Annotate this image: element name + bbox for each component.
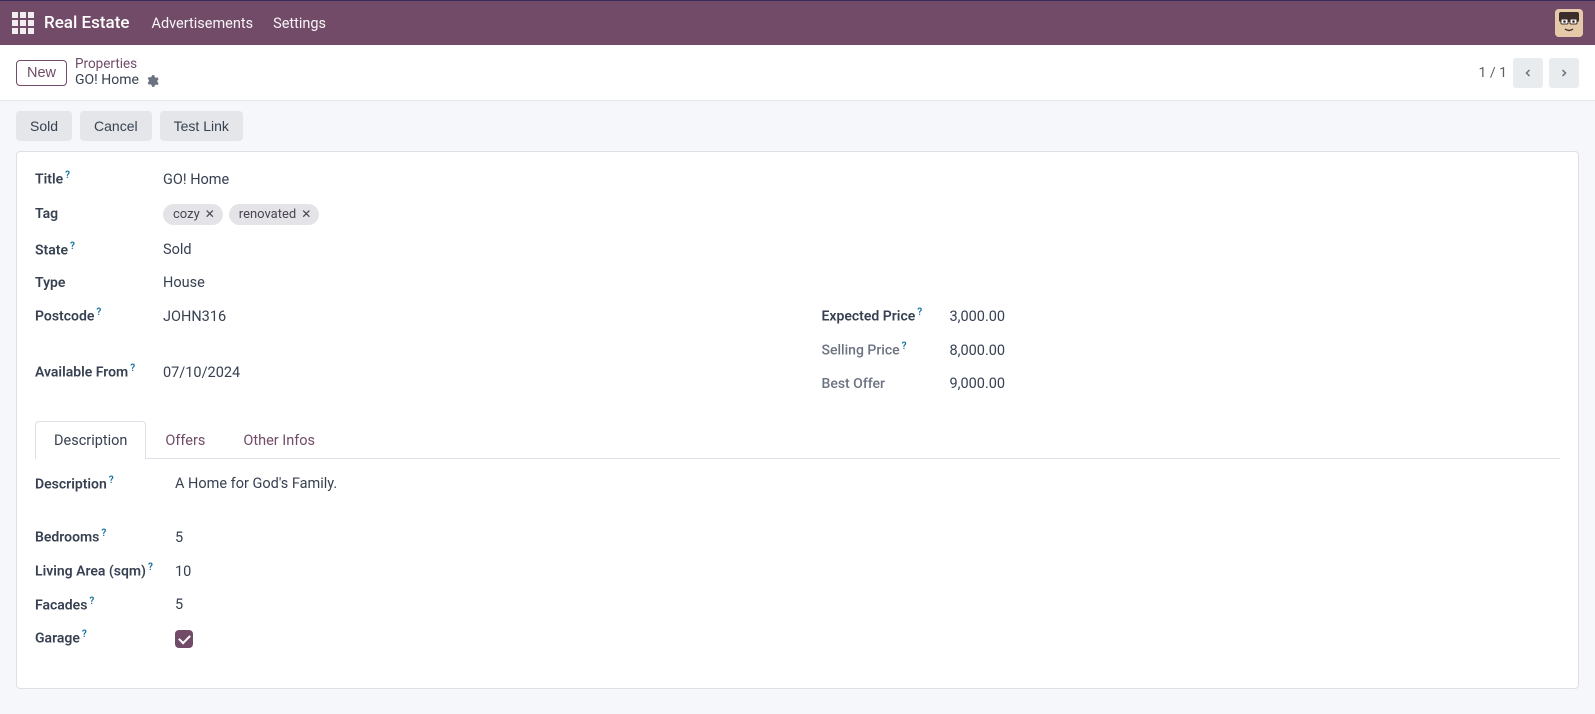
gear-icon[interactable] <box>145 74 159 88</box>
nav-link-advertisements[interactable]: Advertisements <box>151 15 253 32</box>
facades-label: Facades <box>35 597 87 613</box>
help-icon[interactable]: ? <box>96 307 101 318</box>
living-area-value[interactable]: 10 <box>175 563 191 580</box>
pager-text: 1 / 1 <box>1479 65 1507 81</box>
help-icon[interactable]: ? <box>82 629 87 640</box>
control-panel: New Properties GO! Home 1 / 1 <box>0 45 1595 101</box>
breadcrumb-current: GO! Home <box>75 72 139 89</box>
help-icon[interactable]: ? <box>130 363 135 374</box>
avatar[interactable] <box>1555 9 1583 37</box>
cancel-button[interactable]: Cancel <box>80 111 152 141</box>
expected-price-label: Expected Price <box>822 309 916 325</box>
postcode-label: Postcode <box>35 309 94 325</box>
title-label: Title <box>35 172 63 188</box>
tab-panel-description: Description? A Home for God's Family. Be… <box>35 459 1560 649</box>
garage-label: Garage <box>35 631 80 647</box>
help-icon[interactable]: ? <box>70 241 75 252</box>
type-label: Type <box>35 275 65 291</box>
pager-next-button[interactable] <box>1549 58 1579 88</box>
new-button[interactable]: New <box>16 60 67 86</box>
selling-price-value: 8,000.00 <box>950 342 1006 359</box>
postcode-value[interactable]: JOHN316 <box>163 308 226 325</box>
bedrooms-label: Bedrooms <box>35 530 99 546</box>
form-sheet: Title? GO! Home Tag cozy ✕ renovated ✕ S… <box>16 151 1579 689</box>
pager-prev-button[interactable] <box>1513 58 1543 88</box>
breadcrumb: Properties GO! Home <box>75 56 159 89</box>
living-area-label: Living Area (sqm) <box>35 564 146 580</box>
title-value[interactable]: GO! Home <box>163 171 229 188</box>
available-from-value[interactable]: 07/10/2024 <box>163 364 240 381</box>
state-value[interactable]: Sold <box>163 241 192 258</box>
help-icon[interactable]: ? <box>89 596 94 607</box>
tab-bar: Description Offers Other Infos <box>35 420 1560 459</box>
app-title[interactable]: Real Estate <box>44 13 129 33</box>
selling-price-label: Selling Price <box>822 343 900 359</box>
help-icon[interactable]: ? <box>917 307 922 318</box>
available-from-label: Available From <box>35 365 128 381</box>
garage-checkbox[interactable] <box>175 630 193 648</box>
tag-chip: cozy ✕ <box>163 204 223 225</box>
tags-field[interactable]: cozy ✕ renovated ✕ <box>163 204 319 225</box>
tab-offers[interactable]: Offers <box>146 421 224 459</box>
apps-icon[interactable] <box>12 12 34 34</box>
tab-other-infos[interactable]: Other Infos <box>224 421 334 459</box>
tag-label-text: cozy <box>173 207 200 222</box>
help-icon[interactable]: ? <box>148 562 153 573</box>
facades-value[interactable]: 5 <box>175 596 183 613</box>
form-body[interactable]: Sold Cancel Test Link Title? GO! Home Ta… <box>0 101 1595 714</box>
help-icon[interactable]: ? <box>902 341 907 352</box>
bedrooms-value[interactable]: 5 <box>175 529 183 546</box>
description-value[interactable]: A Home for God's Family. <box>175 475 337 492</box>
sold-button[interactable]: Sold <box>16 111 72 141</box>
help-icon[interactable]: ? <box>109 475 114 486</box>
close-icon[interactable]: ✕ <box>205 207 215 221</box>
status-bar: Sold Cancel Test Link <box>0 101 1595 151</box>
help-icon[interactable]: ? <box>65 170 70 181</box>
type-value[interactable]: House <box>163 274 205 291</box>
tag-label-text: renovated <box>239 207 296 222</box>
breadcrumb-parent[interactable]: Properties <box>75 56 159 72</box>
state-label: State <box>35 242 68 258</box>
nav-link-settings[interactable]: Settings <box>273 15 326 32</box>
tag-label: Tag <box>35 206 58 222</box>
pager: 1 / 1 <box>1479 58 1579 88</box>
best-offer-label: Best Offer <box>822 376 886 392</box>
best-offer-value: 9,000.00 <box>950 375 1006 392</box>
tab-description[interactable]: Description <box>35 421 146 459</box>
description-label: Description <box>35 476 107 492</box>
expected-price-value[interactable]: 3,000.00 <box>950 308 1006 325</box>
test-link-button[interactable]: Test Link <box>160 111 243 141</box>
top-nav: Real Estate Advertisements Settings <box>0 1 1595 45</box>
close-icon[interactable]: ✕ <box>301 207 311 221</box>
help-icon[interactable]: ? <box>101 528 106 539</box>
tag-chip: renovated ✕ <box>229 204 320 225</box>
